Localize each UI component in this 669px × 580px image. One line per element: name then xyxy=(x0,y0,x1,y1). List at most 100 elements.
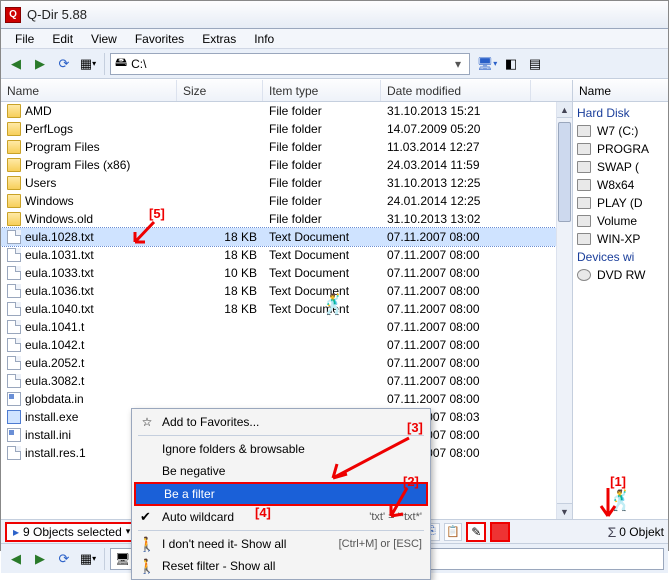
preview-toggle[interactable]: ◧ xyxy=(500,53,522,75)
file-name: eula.1028.txt xyxy=(25,230,94,244)
file-icon xyxy=(7,374,21,388)
file-icon xyxy=(7,446,21,460)
col-size[interactable]: Size xyxy=(177,80,263,101)
file-date: 07.11.2007 08:00 xyxy=(381,248,531,262)
file-date: 31.10.2013 12:25 xyxy=(381,176,531,190)
file-row[interactable]: eula.1036.txt18 KBText Document07.11.200… xyxy=(1,282,572,300)
menu-edit[interactable]: Edit xyxy=(44,31,81,47)
file-row[interactable]: Program FilesFile folder11.03.2014 12:27 xyxy=(1,138,572,156)
details-toggle[interactable]: ▤ xyxy=(524,53,546,75)
file-size: 18 KB xyxy=(177,284,263,298)
monitor-icon[interactable]: 🖥▾ xyxy=(476,53,498,75)
drive-item[interactable]: W7 (C:) xyxy=(573,122,668,140)
expand-icon: ▸ xyxy=(13,525,19,539)
drive-label: W7 (C:) xyxy=(597,124,638,138)
folder-icon xyxy=(7,158,21,172)
file-row[interactable]: eula.1028.txt18 KBText Document07.11.200… xyxy=(1,228,572,246)
file-type: Text Document xyxy=(263,248,381,262)
file-name: globdata.in xyxy=(25,392,84,406)
file-row[interactable]: eula.1040.txt18 KBText Document07.11.200… xyxy=(1,300,572,318)
ctx-label: Be a filter xyxy=(164,487,215,501)
red-square-button[interactable] xyxy=(490,522,510,542)
chevron-down-icon: ▾ xyxy=(126,526,131,537)
drive-item[interactable]: Volume xyxy=(573,212,668,230)
file-row[interactable]: eula.2052.t07.11.2007 08:00 xyxy=(1,354,572,372)
scroll-up-button[interactable]: ▲ xyxy=(557,102,572,118)
file-row[interactable]: eula.1042.t07.11.2007 08:00 xyxy=(1,336,572,354)
forward-button[interactable]: ▶ xyxy=(29,53,51,75)
file-row[interactable]: AMDFile folder31.10.2013 15:21 xyxy=(1,102,572,120)
window-title: Q-Dir 5.88 xyxy=(27,7,87,22)
file-icon xyxy=(7,320,21,334)
disc-icon xyxy=(577,269,591,281)
ctx-auto-wildcard[interactable]: ✔ Auto wildcard 'txt' = '*txt*' xyxy=(134,506,428,528)
menu-info[interactable]: Info xyxy=(246,31,282,47)
person-icon: 🚶 xyxy=(138,558,156,575)
column-header: Name Size Item type Date modified xyxy=(1,80,572,102)
file-type: Text Document xyxy=(263,266,381,280)
file-row[interactable]: eula.1033.txt10 KBText Document07.11.200… xyxy=(1,264,572,282)
paste-button[interactable]: 📋 xyxy=(444,523,462,541)
title-bar: Q Q-Dir 5.88 xyxy=(1,1,668,29)
file-row[interactable]: eula.3082.t07.11.2007 08:00 xyxy=(1,372,572,390)
file-date: 31.10.2013 13:02 xyxy=(381,212,531,226)
file-type: Text Document xyxy=(263,230,381,244)
ctx-label: I don't need it- Show all xyxy=(162,537,286,551)
file-row[interactable]: PerfLogsFile folder14.07.2009 05:20 xyxy=(1,120,572,138)
drive-item[interactable]: WIN-XP xyxy=(573,230,668,248)
separator xyxy=(138,530,424,531)
file-row[interactable]: globdata.in07.11.2007 08:00 xyxy=(1,390,572,408)
back-button[interactable]: ◀ xyxy=(5,53,27,75)
menu-favorites[interactable]: Favorites xyxy=(127,31,192,47)
file-date: 07.11.2007 08:00 xyxy=(381,338,531,352)
drive-item[interactable]: W8x64 xyxy=(573,176,668,194)
file-row[interactable]: UsersFile folder31.10.2013 12:25 xyxy=(1,174,572,192)
folder-icon xyxy=(7,212,21,226)
file-row[interactable]: Program Files (x86)File folder24.03.2014… xyxy=(1,156,572,174)
file-date: 07.11.2007 08:00 xyxy=(381,320,531,334)
ini-icon xyxy=(7,392,21,406)
drive-item[interactable]: PROGRA xyxy=(573,140,668,158)
disk-icon xyxy=(577,215,591,227)
selection-status[interactable]: ▸ 9 Objects selected ▾ xyxy=(5,522,138,542)
address-bar[interactable]: 🖴 C:\ ▾ xyxy=(110,53,470,75)
folder-icon xyxy=(7,140,21,154)
file-name: Windows.old xyxy=(25,212,93,226)
col-name[interactable]: Name xyxy=(1,80,177,101)
menu-extras[interactable]: Extras xyxy=(194,31,244,47)
ctx-be-negative[interactable]: Be negative xyxy=(134,460,428,482)
ctx-show-all[interactable]: 🚶 I don't need it- Show all [Ctrl+M] or … xyxy=(134,533,428,555)
drive-item[interactable]: PLAY (D xyxy=(573,194,668,212)
refresh-button[interactable]: ⟳ xyxy=(53,53,75,75)
ctx-be-a-filter[interactable]: Be a filter xyxy=(134,482,428,506)
file-name: eula.3082.t xyxy=(25,374,84,388)
col-date[interactable]: Date modified xyxy=(381,80,531,101)
file-name: eula.1036.txt xyxy=(25,284,94,298)
file-date: 14.07.2009 05:20 xyxy=(381,122,531,136)
check-icon: ✔ xyxy=(140,509,151,525)
device-item[interactable]: DVD RW xyxy=(573,266,668,284)
sigma-icon: Σ xyxy=(608,524,617,540)
menu-view[interactable]: View xyxy=(83,31,125,47)
drive-list[interactable]: Hard DiskW7 (C:)PROGRASWAP (W8x64PLAY (D… xyxy=(573,102,668,284)
ctx-reset-filter[interactable]: 🚶 Reset filter - Show all xyxy=(134,555,428,577)
file-type: File folder xyxy=(263,212,381,226)
ctx-ignore-folders[interactable]: Ignore folders & browsable xyxy=(134,438,428,460)
folder-icon xyxy=(7,176,21,190)
app-icon: Q xyxy=(5,7,21,23)
ctx-add-favorites[interactable]: ☆ Add to Favorites... xyxy=(134,411,428,433)
right-col-header[interactable]: Name xyxy=(573,80,668,102)
file-row[interactable]: eula.1041.t07.11.2007 08:00 xyxy=(1,318,572,336)
file-row[interactable]: WindowsFile folder24.01.2014 12:25 xyxy=(1,192,572,210)
col-type[interactable]: Item type xyxy=(263,80,381,101)
edit-button[interactable]: ✎ xyxy=(466,522,486,542)
scrollbar-vertical[interactable]: ▲ ▼ xyxy=(556,102,572,519)
scroll-down-button[interactable]: ▼ xyxy=(557,503,572,519)
scroll-thumb[interactable] xyxy=(558,122,571,222)
menu-file[interactable]: File xyxy=(7,31,42,47)
drive-item[interactable]: SWAP ( xyxy=(573,158,668,176)
separator xyxy=(138,435,424,436)
file-row[interactable]: Windows.old File folder31.10.2013 13:02 xyxy=(1,210,572,228)
layout-button[interactable]: ▦▾ xyxy=(77,53,99,75)
file-row[interactable]: eula.1031.txt18 KBText Document07.11.200… xyxy=(1,246,572,264)
